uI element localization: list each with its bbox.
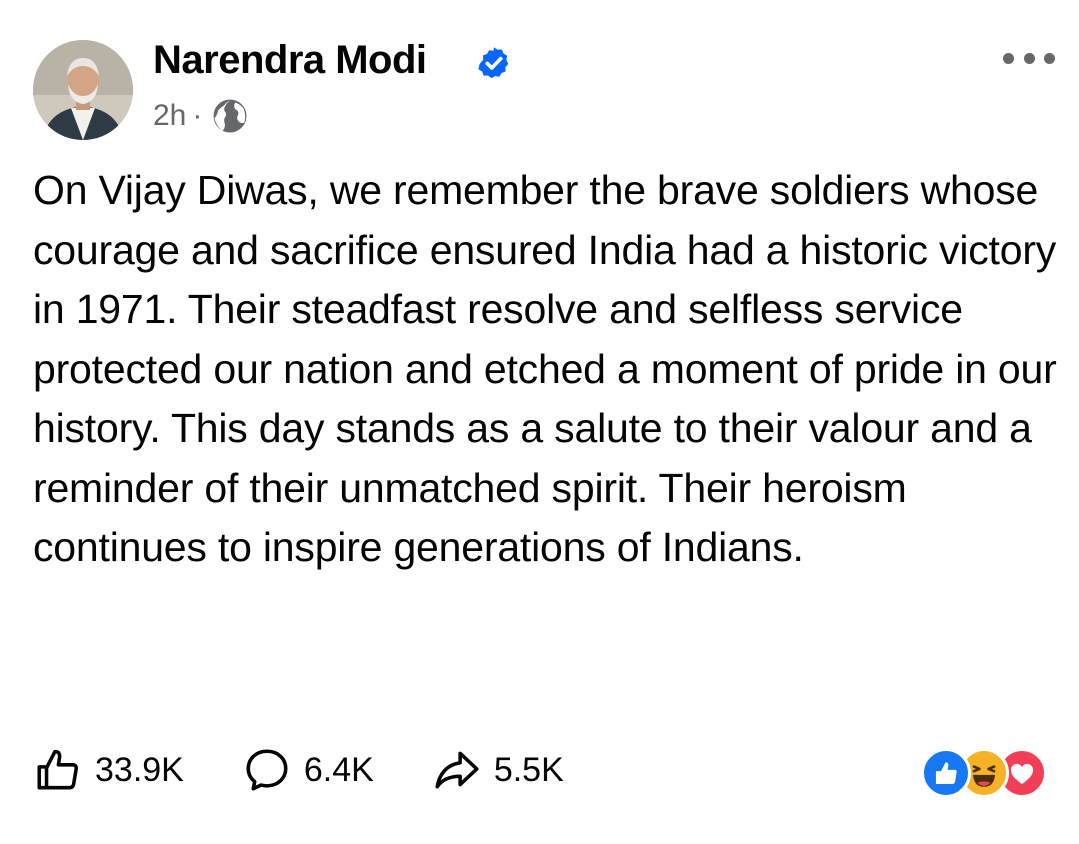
globe-icon[interactable]	[212, 98, 248, 134]
post-header: Narendra Modi 2h ·	[0, 0, 1079, 150]
comment-bubble-icon	[246, 749, 288, 791]
post-timestamp[interactable]: 2h	[153, 99, 186, 133]
reaction-summary[interactable]	[921, 748, 1049, 798]
like-count: 33.9K	[95, 750, 184, 789]
more-options-icon[interactable]	[1003, 50, 1055, 66]
post-action-bar: 33.9K 6.4K 5.5K	[33, 740, 622, 800]
more-dot-icon	[1044, 52, 1055, 64]
share-count: 5.5K	[493, 750, 564, 789]
share-button[interactable]: 5.5K	[432, 745, 564, 795]
share-arrow-icon	[435, 751, 479, 789]
profile-photo	[33, 40, 133, 140]
author-avatar[interactable]	[33, 40, 133, 140]
like-reaction-icon	[921, 748, 971, 798]
more-dot-icon	[1023, 52, 1035, 64]
post-meta: 2h ·	[153, 96, 248, 136]
comment-button[interactable]: 6.4K	[242, 745, 374, 795]
thumbs-up-icon	[37, 749, 78, 790]
more-dot-icon	[1003, 52, 1014, 64]
like-button[interactable]: 33.9K	[33, 745, 184, 795]
author-name[interactable]: Narendra Modi	[153, 36, 427, 84]
verified-badge-icon	[478, 47, 509, 79]
comment-count: 6.4K	[303, 750, 374, 789]
meta-separator: ·	[192, 99, 203, 132]
post-body-text: On Vijay Diwas, we remember the brave so…	[33, 167, 1057, 570]
